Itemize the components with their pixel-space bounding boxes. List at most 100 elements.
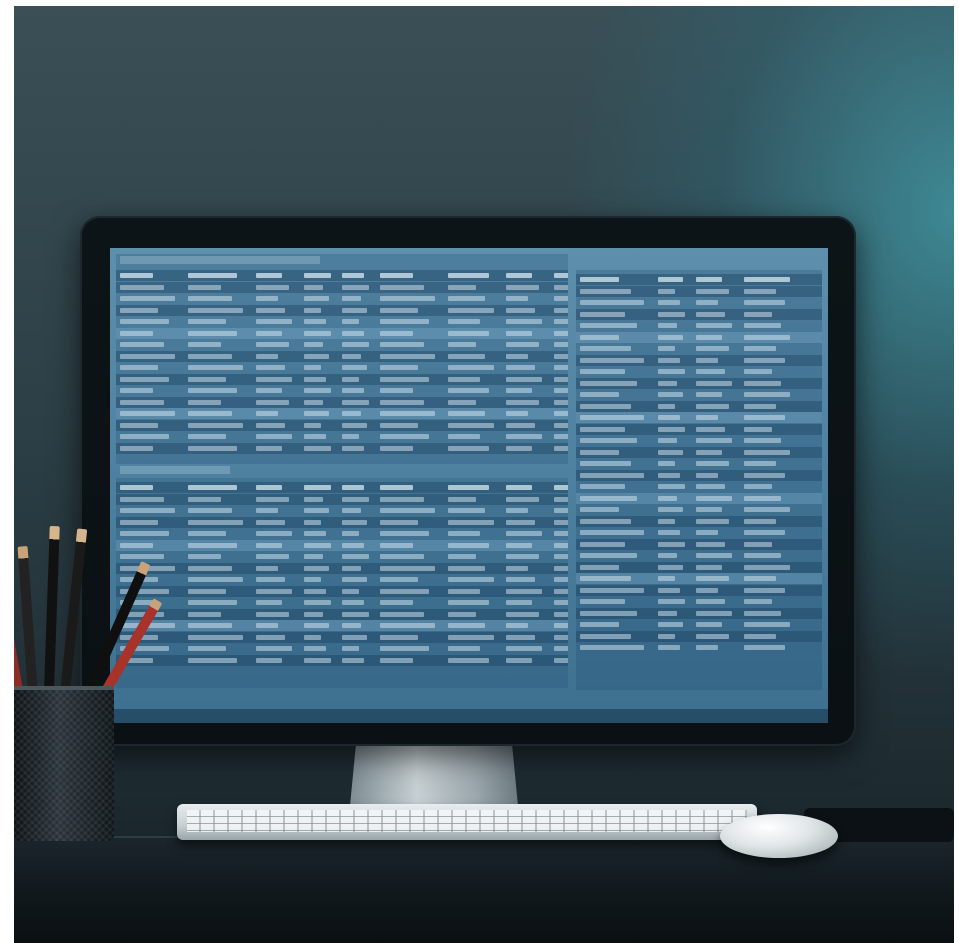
table-cell: [554, 342, 568, 347]
table-row: [576, 515, 822, 527]
table-cell: [554, 445, 568, 451]
table-row: [116, 620, 568, 631]
table-cell: [696, 610, 732, 616]
table-cell: [658, 392, 683, 397]
table-cell: [696, 484, 725, 489]
table-cell: [188, 542, 237, 548]
table-cell: [696, 645, 718, 650]
table-cell: [580, 426, 625, 432]
table-cell: [580, 610, 637, 616]
table-cell: [448, 273, 489, 278]
table-cell: [380, 353, 435, 359]
mouse: [720, 814, 838, 858]
table-row: [116, 281, 568, 293]
table-cell: [554, 411, 568, 416]
table-row: [576, 308, 822, 320]
table-row: [576, 297, 822, 308]
table-row: [576, 504, 822, 515]
table-cell: [580, 288, 631, 294]
table-cell: [256, 342, 289, 347]
table-row: [116, 654, 568, 666]
table-cell: [658, 484, 685, 489]
table-cell: [580, 438, 637, 443]
table-cell: [342, 342, 369, 347]
table-cell: [342, 657, 364, 663]
table-cell: [304, 422, 321, 428]
table-row: [116, 385, 568, 396]
table-cell: [256, 388, 282, 393]
table-cell: [658, 530, 680, 535]
table-row: [576, 469, 822, 481]
monitor-screen: [110, 248, 828, 723]
table-cell: [380, 611, 424, 617]
table-cell: [506, 365, 535, 370]
table-cell: [580, 495, 637, 501]
table-cell: [304, 496, 323, 502]
table-cell: [448, 485, 489, 490]
table-cell: [744, 622, 790, 627]
table-cell: [696, 438, 732, 443]
table-cell: [188, 496, 221, 502]
table-cell: [256, 508, 278, 513]
table-cell: [188, 376, 226, 382]
table-cell: [256, 600, 282, 605]
table-cell: [342, 508, 361, 513]
table-cell: [304, 554, 323, 559]
table-cell: [256, 284, 289, 290]
table-cell: [744, 645, 785, 650]
table-row: [576, 619, 822, 630]
table-cell: [658, 507, 683, 512]
table-row: [116, 316, 568, 327]
table-cell: [554, 600, 568, 605]
table-cell: [256, 542, 282, 548]
table-cell: [342, 485, 364, 490]
table-cell: [696, 426, 725, 432]
table-cell: [554, 330, 568, 336]
table-cell: [120, 485, 153, 490]
table-cell: [380, 542, 413, 548]
table-cell: [256, 519, 285, 525]
table-cell: [580, 277, 619, 282]
table-cell: [380, 554, 424, 559]
table-row: [116, 608, 568, 620]
table-cell: [448, 531, 480, 536]
table-cell: [696, 553, 732, 558]
photo-scene: [14, 6, 954, 943]
table-cell: [744, 323, 781, 328]
table-cell: [506, 273, 532, 278]
table-cell: [696, 599, 725, 604]
table-cell: [304, 565, 329, 571]
table-cell: [120, 319, 169, 324]
table-cell: [554, 365, 568, 370]
table-cell: [744, 449, 790, 455]
table-cell: [342, 284, 369, 290]
table-cell: [188, 445, 237, 451]
table-cell: [744, 334, 790, 340]
table-cell: [380, 376, 429, 382]
table-cell: [448, 600, 489, 605]
table-cell: [744, 553, 781, 558]
table-cell: [554, 657, 568, 663]
table-cell: [342, 376, 359, 382]
table-cell: [506, 445, 532, 451]
pencil: [17, 546, 38, 697]
table-cell: [554, 376, 568, 382]
table-cell: [658, 599, 685, 604]
table-cell: [506, 508, 528, 513]
table-cell: [506, 388, 532, 393]
table-cell: [554, 542, 568, 548]
table-cell: [342, 611, 369, 617]
table-row: [576, 527, 822, 538]
table-row: [576, 481, 822, 492]
table-cell: [188, 319, 226, 324]
table-cell: [342, 634, 367, 640]
keyboard-keys: [187, 810, 747, 832]
table-cell: [658, 610, 677, 616]
table-cell: [580, 334, 619, 340]
table-cell: [580, 472, 644, 478]
table-cell: [744, 495, 781, 501]
table-cell: [744, 369, 772, 374]
table-cell: [448, 411, 485, 416]
table-row: [576, 354, 822, 366]
table-cell: [696, 530, 718, 535]
